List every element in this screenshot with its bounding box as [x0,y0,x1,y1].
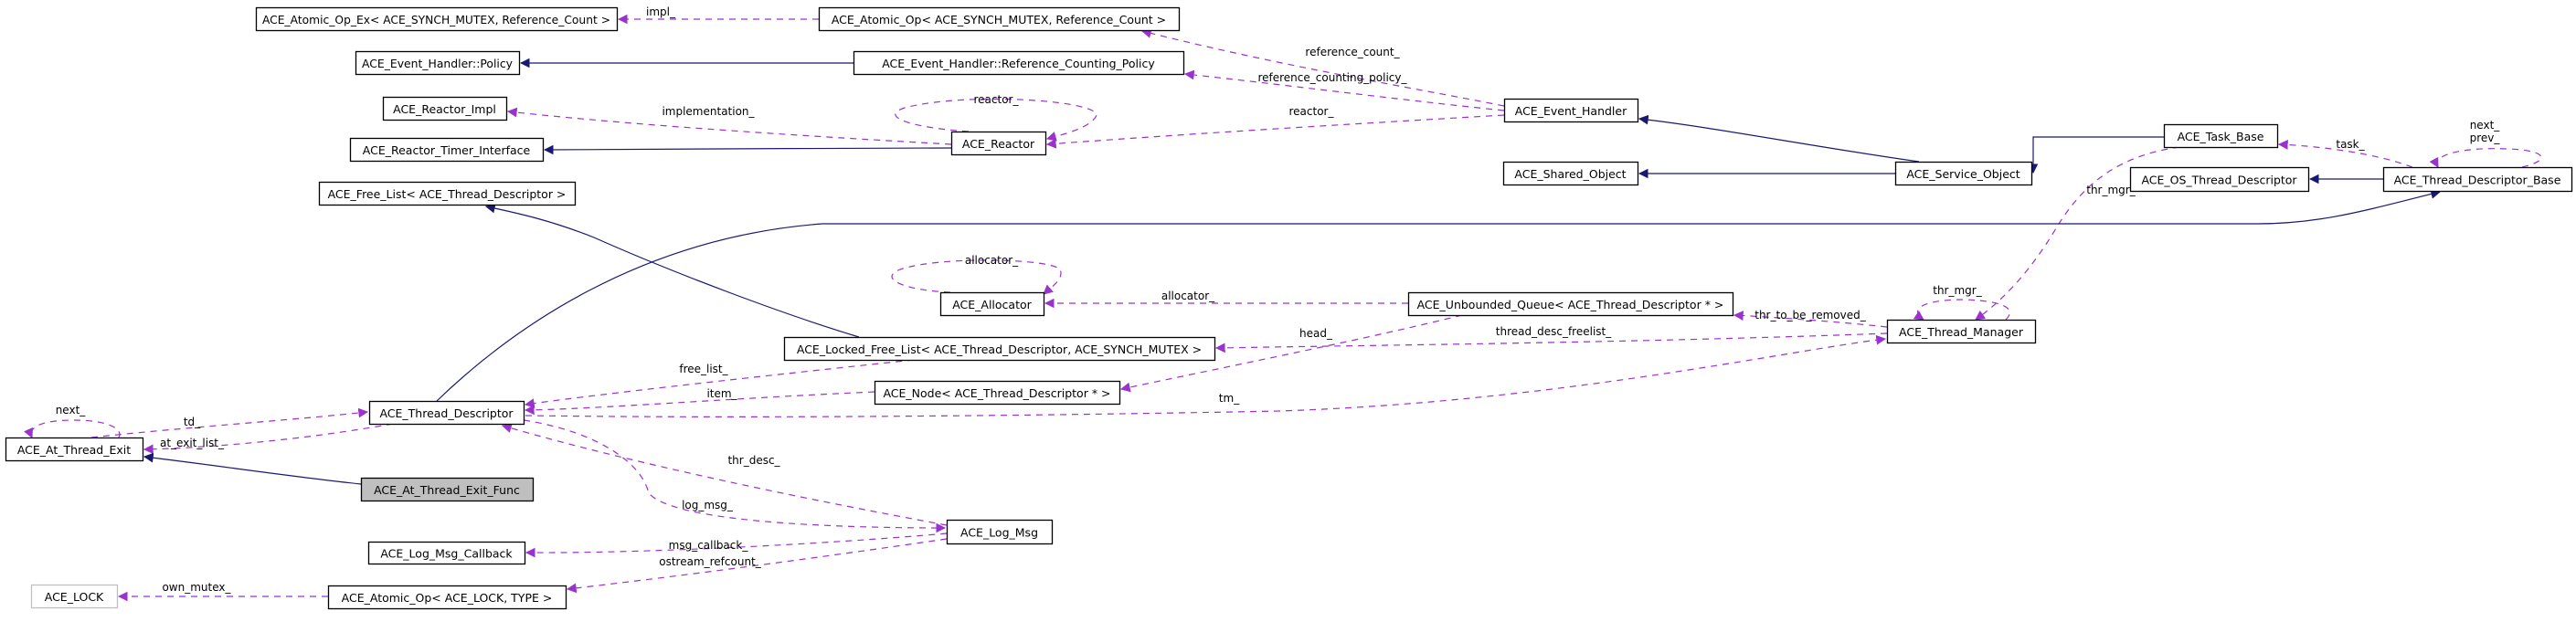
class-node-eh-policy[interactable]: ACE_Event_Handler::Policy [355,50,521,76]
class-node-shared-object[interactable]: ACE_Shared_Object [1502,161,1639,186]
class-name-label: ACE_Thread_Descriptor_Base [2394,174,2561,187]
edge-label: own_mutex_ [162,581,231,594]
class-name-label: ACE_Reactor [962,137,1035,151]
class-name-label: ACE_Atomic_Op_Ex< ACE_SYNCH_MUTEX, Refer… [262,13,610,26]
usage-edge-at_thread_exit-to-thread_descriptor [90,407,369,438]
edge-label: msg_callback_ [669,539,749,552]
edge-label: thr_desc_ [727,454,780,467]
class-name-label: ACE_Free_List< ACE_Thread_Descriptor > [328,187,567,201]
class-node-at-thread-exit[interactable]: ACE_At_Thread_Exit [5,437,144,462]
class-node-os-thread-desc[interactable]: ACE_OS_Thread_Descriptor [2129,166,2310,193]
edge-label: reactor_ [974,93,1020,106]
class-node-allocator[interactable]: ACE_Allocator [939,291,1045,317]
edge-label: implementation_ [662,105,755,118]
edge-label: thr_mgr_ [2086,184,2136,196]
edge-label: next_ [56,404,87,416]
edge-labels-layer: impl_ reference_count_ reference_counting_… [56,5,2501,594]
class-node-reactor[interactable]: ACE_Reactor [950,131,1047,156]
collaboration-diagram: impl_ reference_count_ reference_counting_… [5,5,2573,610]
usage-edge-thread_desc_base-to-thread_desc_base [2429,148,2542,168]
edge-label: impl_ [646,5,676,18]
class-name-label: ACE_Reactor_Timer_Interface [363,143,531,157]
inheritance-edge-at_thread_exit_func-to-at_thread_exit [143,452,362,485]
class-node-reactor-timer[interactable]: ACE_Reactor_Timer_Interface [349,137,545,163]
class-name-label: ACE_Log_Msg_Callback [380,547,513,561]
usage-edge-thread_manager-to-thread_manager [1913,299,2010,321]
edge-label: allocator_ [965,254,1019,267]
class-node-log-msg-callback[interactable]: ACE_Log_Msg_Callback [367,541,526,565]
class-node-locked-free-list[interactable]: ACE_Locked_Free_List< ACE_Thread_Descrip… [783,336,1216,362]
edge-label: at_exit_list_ [160,437,225,449]
class-node-service-object[interactable]: ACE_Service_Object [1894,161,2033,186]
class-name-label: ACE_Atomic_Op< ACE_SYNCH_MUTEX, Referenc… [832,13,1166,26]
class-name-label: ACE_Thread_Manager [1899,325,2024,339]
edge-label: ostream_refcount_ [659,555,762,568]
edge-label: td_ [184,416,201,428]
usage-edge-event_handler-to-reactor [1045,114,1505,149]
class-node-thread-descriptor[interactable]: ACE_Thread_Descriptor [368,400,525,426]
class-name-label: ACE_Atomic_Op< ACE_LOCK, TYPE > [342,591,553,605]
edge-label: item_ [706,387,737,400]
class-node-unbounded-queue[interactable]: ACE_Unbounded_Queue< ACE_Thread_Descript… [1407,291,1734,317]
edge-label: task_ [2336,138,2365,151]
class-name-label: ACE_LOCK [45,590,104,604]
class-name-label: ACE_Allocator [952,298,1032,311]
class-name-label: ACE_Locked_Free_List< ACE_Thread_Descrip… [797,343,1202,356]
usage-edge-at_thread_exit-to-at_thread_exit [24,419,121,438]
class-name-label: ACE_At_Thread_Exit_Func [374,483,520,497]
class-node-eh-refpolicy[interactable]: ACE_Event_Handler::Reference_Counting_Po… [853,50,1185,76]
class-node-log-msg[interactable]: ACE_Log_Msg [946,519,1054,545]
usage-edge-thread_descriptor-to-log_msg [523,419,947,533]
class-name-label: ACE_Event_Handler::Reference_Counting_Po… [882,57,1155,70]
nodes-layer: ACE_Atomic_Op_Ex< ACE_SYNCH_MUTEX, Refer… [5,6,2573,610]
edge-label: thr_to_be_removed_ [1754,309,1866,322]
edge-label: reactor_ [1289,105,1335,118]
class-node-thread-desc-base[interactable]: ACE_Thread_Descriptor_Base [2382,166,2573,193]
edge-label: reference_count_ [1305,46,1400,58]
class-name-label: ACE_Event_Handler::Policy [362,57,514,70]
class-node-free-list[interactable]: ACE_Free_List< ACE_Thread_Descriptor > [318,181,577,206]
usage-edge-event_handler-to-atomic_op_mutex [1140,28,1505,107]
class-name-label: ACE_OS_Thread_Descriptor [2141,174,2297,187]
edge-label: thread_desc_freelist_ [1496,325,1612,338]
class-name-label: ACE_Reactor_Impl [393,102,496,116]
edge-label: tm_ [1219,392,1240,405]
class-name-label: ACE_Node< ACE_Thread_Descriptor * > [883,386,1110,400]
class-node-ace-lock[interactable]: ACE_LOCK [30,584,119,609]
class-name-label: ACE_Service_Object [1906,167,2019,181]
usage-edge-node-to-thread_descriptor [524,391,875,416]
class-node-atomic-op-ex[interactable]: ACE_Atomic_Op_Ex< ACE_SYNCH_MUTEX, Refer… [255,6,619,32]
edge-label: allocator_ [1161,290,1215,302]
class-node-event-handler[interactable]: ACE_Event_Handler [1503,98,1639,123]
class-name-label: ACE_Shared_Object [1514,167,1626,181]
class-node-atomic-op-lock[interactable]: ACE_Atomic_Op< ACE_LOCK, TYPE > [327,585,567,610]
class-node-task-base[interactable]: ACE_Task_Base [2163,123,2279,149]
class-name-label: ACE_At_Thread_Exit [17,443,131,457]
class-node-reactor-impl[interactable]: ACE_Reactor_Impl [382,96,508,121]
class-name-label: ACE_Task_Base [2178,130,2264,143]
edge-label: free_list_ [679,363,728,375]
class-name-label: ACE_Unbounded_Queue< ACE_Thread_Descript… [1417,298,1724,311]
inheritance-edge-service_object-to-event_handler [1638,114,1920,163]
edge-label: thr_mgr_ [1933,284,1982,297]
class-name-label: ACE_Thread_Descriptor [379,406,514,420]
class-name-label: ACE_Event_Handler [1515,104,1627,118]
edge-label: prev_ [2470,132,2501,144]
class-name-label: ACE_Log_Msg [960,526,1038,540]
inheritance-edge-reactor-to-reactor_timer [543,144,952,155]
edge-label: reference_counting_policy_ [1257,71,1407,84]
edge-label: next_ [2470,119,2501,132]
class-node-at-thread-exit-func[interactable]: ACE_At_Thread_Exit_Func [360,477,535,502]
class-node-node[interactable]: ACE_Node< ACE_Thread_Descriptor * > [874,380,1121,406]
edge-label: log_msg_ [682,499,734,511]
edge-label: head_ [1299,327,1333,340]
class-node-thread-manager[interactable]: ACE_Thread_Manager [1886,319,2037,344]
class-node-atomic-op-mutex[interactable]: ACE_Atomic_Op< ACE_SYNCH_MUTEX, Referenc… [818,6,1181,32]
